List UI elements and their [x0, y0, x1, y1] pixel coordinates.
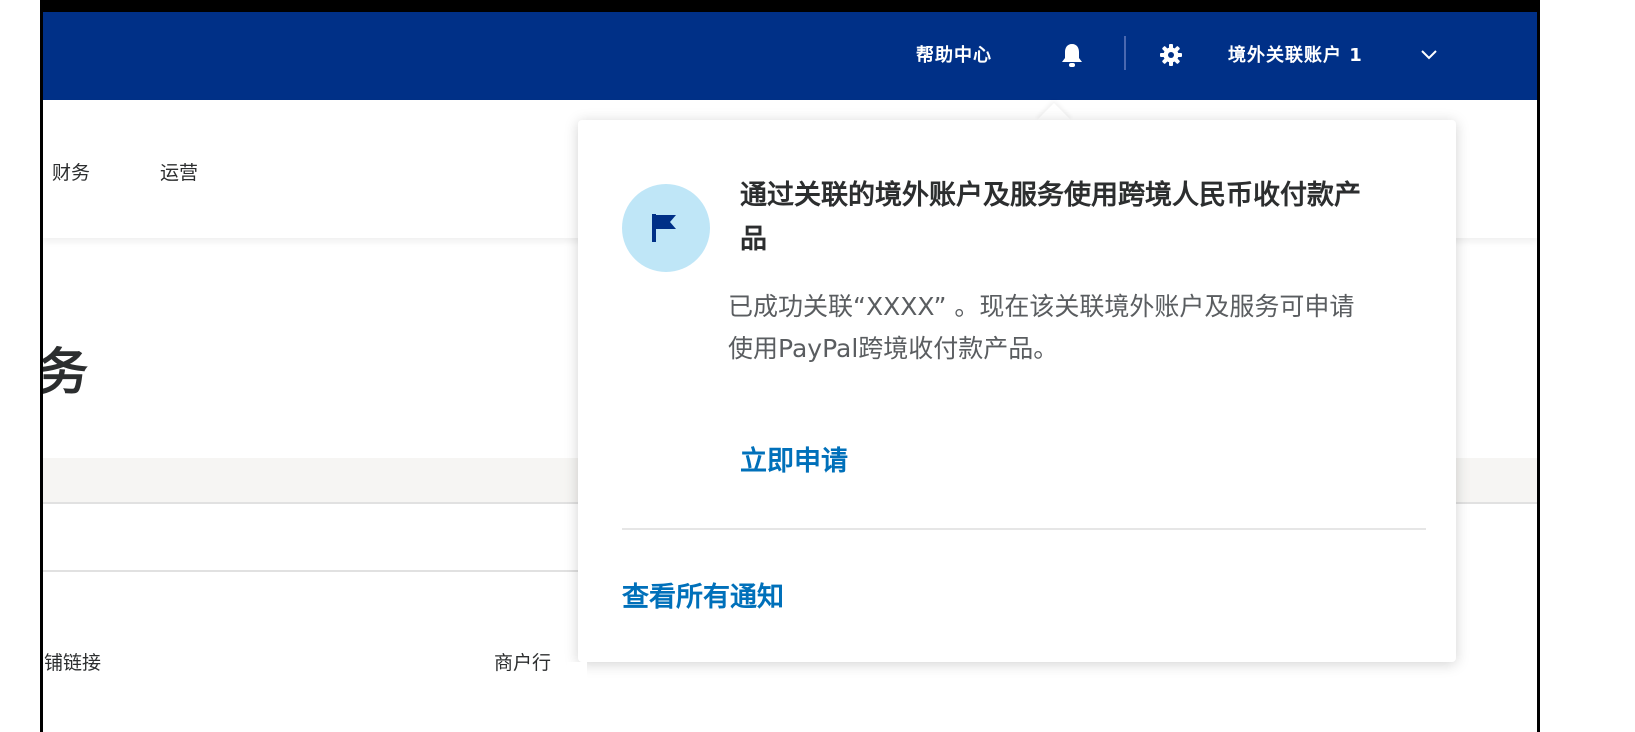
account-switcher[interactable]: 境外关联账户 1	[1228, 44, 1363, 68]
help-center-link[interactable]: 帮助中心	[916, 44, 992, 68]
apply-now-link[interactable]: 立即申请	[740, 444, 848, 480]
frame-right-margin	[1540, 0, 1635, 732]
frame-right-border	[1537, 12, 1540, 732]
chevron-down-icon[interactable]	[1420, 46, 1438, 64]
frame-top	[0, 0, 1635, 12]
card-divider	[43, 570, 603, 572]
nav-item-operations[interactable]: 运营	[160, 160, 198, 186]
popover-divider	[622, 528, 1426, 530]
popover-shadow-edge	[567, 662, 587, 732]
column-header-store-link: 铺链接	[44, 652, 102, 674]
page-title: 务	[38, 343, 88, 401]
notification-body: 已成功关联“XXXX” 。现在该关联境外账户及服务可申请使用PayPal跨境收付…	[728, 292, 1355, 363]
view-all-notifications-link[interactable]: 查看所有通知	[622, 580, 784, 616]
gear-icon[interactable]	[1160, 44, 1182, 66]
header-divider	[1124, 36, 1126, 70]
flag-icon	[652, 214, 676, 242]
nav-item-finance[interactable]: 财务	[52, 160, 90, 186]
frame-left-border	[40, 12, 43, 732]
column-header-merchant: 商户行	[494, 652, 552, 674]
bell-icon[interactable]	[1061, 42, 1083, 68]
frame-left-margin	[0, 0, 40, 732]
notification-title: 通过关联的境外账户及服务使用跨境人民币收付款产品	[740, 180, 1361, 255]
